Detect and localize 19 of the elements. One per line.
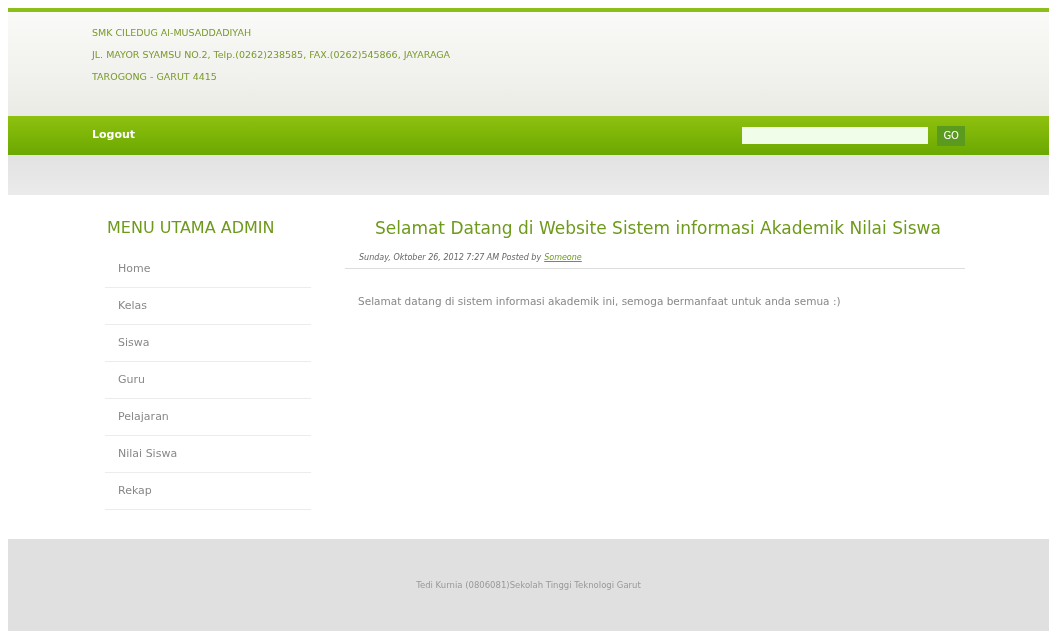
sidebar-menu-item[interactable]: Kelas	[105, 297, 147, 315]
sidebar-menu-item[interactable]: Nilai Siswa	[105, 445, 178, 463]
school-info-line: TAROGONG - GARUT 4415	[92, 70, 218, 83]
author-link[interactable]: Someone	[544, 252, 582, 264]
logout-link[interactable]: Logout	[92, 127, 136, 144]
sidebar-menu-item[interactable]: Pelajaran	[105, 408, 169, 426]
school-info-line: SMK CILEDUG Al-MUSADDADIYAH	[92, 26, 253, 39]
sidebar-menu-item[interactable]: Home	[105, 260, 151, 278]
post-title: Selamat Datang di Website Sistem informasi Akademik Nilai Siswa	[374, 217, 942, 239]
footer-text: Tedi Kurnia (0806081)Sekolah Tinggi Teknologi Garut	[416, 578, 641, 592]
sidebar-menu-item[interactable]: Rekap	[105, 482, 152, 500]
school-info-line: JL. MAYOR SYAMSU NO.2, Telp.(0262)238585, FAX.(0262)545866, JAYARAGA	[92, 48, 452, 61]
go-button[interactable]: GO	[937, 125, 965, 146]
search-field[interactable]	[742, 127, 929, 144]
sidebar-title: MENU UTAMA ADMIN	[106, 217, 276, 239]
sidebar-menu-item[interactable]: Guru	[105, 371, 145, 389]
post-meta: Sunday, Oktober 26, 2012 7:27 AM Posted by	[359, 252, 542, 264]
post-body: Selamat datang di sistem informasi akademik ini, semoga bermanfaat untuk anda semua :)	[357, 294, 842, 309]
sidebar-menu-item[interactable]: Siswa	[105, 334, 150, 352]
